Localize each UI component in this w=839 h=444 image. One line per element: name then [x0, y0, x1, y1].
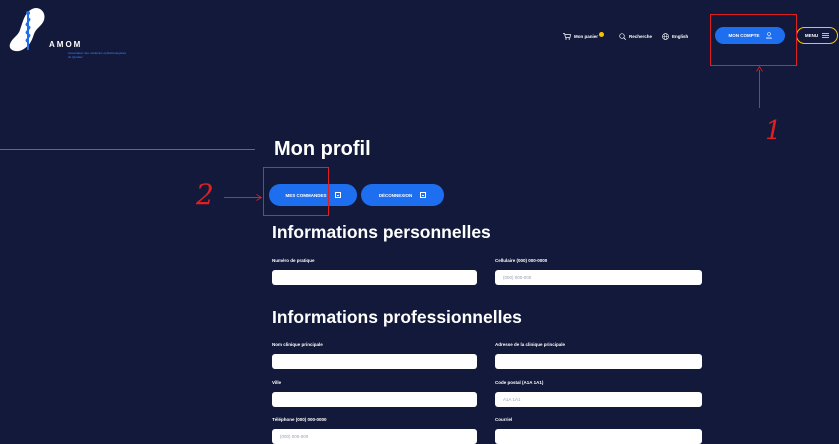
site-logo[interactable]: AMOM Association des médecins ophtalmolo…: [6, 6, 126, 62]
clinic-address-field[interactable]: [495, 354, 702, 369]
arrow-head-up-icon: [756, 66, 763, 72]
menu-label: MENU: [804, 33, 819, 38]
cart-count-badge: [599, 32, 605, 37]
postal-code-label: Code postal (A1A 1A1): [495, 380, 544, 385]
cell-phone-label: Cellulaire (000) 000-0000: [495, 258, 548, 263]
cart-icon: [563, 33, 571, 40]
email-field[interactable]: [495, 429, 702, 444]
postal-code-field[interactable]: [495, 392, 702, 407]
language-link[interactable]: English: [662, 33, 688, 40]
city-field[interactable]: [272, 392, 477, 407]
cart-label: Mon panier: [574, 34, 599, 39]
hamburger-icon: [822, 33, 830, 38]
clinic-name-label: Nom clinique principale: [272, 342, 323, 347]
annotation-number-1: 1: [765, 116, 782, 146]
annotation-box-orders: [263, 167, 329, 216]
globe-icon: [662, 33, 669, 40]
cell-phone-field[interactable]: [495, 270, 702, 285]
logo-subtitle: Association des médecins ophtalmologiste…: [68, 51, 127, 59]
practice-number-field[interactable]: [272, 270, 477, 285]
annotation-number-2: 2: [196, 178, 214, 211]
practice-number-label: Numéro de pratique: [272, 258, 315, 263]
annotation-box-account: [710, 14, 797, 66]
orders-icon: [334, 192, 341, 198]
clinic-address-label: Adresse de la clinique principale: [495, 342, 566, 347]
cart-link[interactable]: Mon panier: [563, 32, 605, 40]
logo-mark: [9, 8, 45, 52]
phone-label: Téléphone (000) 000-0000: [272, 417, 327, 422]
clinic-name-field[interactable]: [272, 354, 477, 369]
page-title: Mon profil: [274, 138, 371, 160]
annotation-arrow-1: [759, 70, 760, 108]
city-label: Ville: [272, 380, 282, 385]
search-icon: [619, 33, 626, 40]
logout-icon: [420, 192, 427, 198]
menu-button[interactable]: MENU: [796, 27, 838, 44]
professional-info-title: Informations professionnelles: [272, 307, 522, 327]
phone-field[interactable]: [272, 429, 477, 444]
arrow-head-right-icon: [256, 194, 262, 201]
section-divider: [0, 149, 255, 150]
email-label: Courriel: [495, 417, 513, 422]
logout-button[interactable]: DÉCONNEXION: [361, 184, 444, 206]
personal-info-title: Informations personnelles: [272, 222, 491, 242]
logout-label: DÉCONNEXION: [378, 192, 413, 198]
language-label: English: [672, 34, 689, 39]
search-link[interactable]: Recherche: [619, 33, 652, 40]
search-label: Recherche: [629, 34, 653, 39]
logo-wordmark: AMOM: [49, 40, 83, 49]
